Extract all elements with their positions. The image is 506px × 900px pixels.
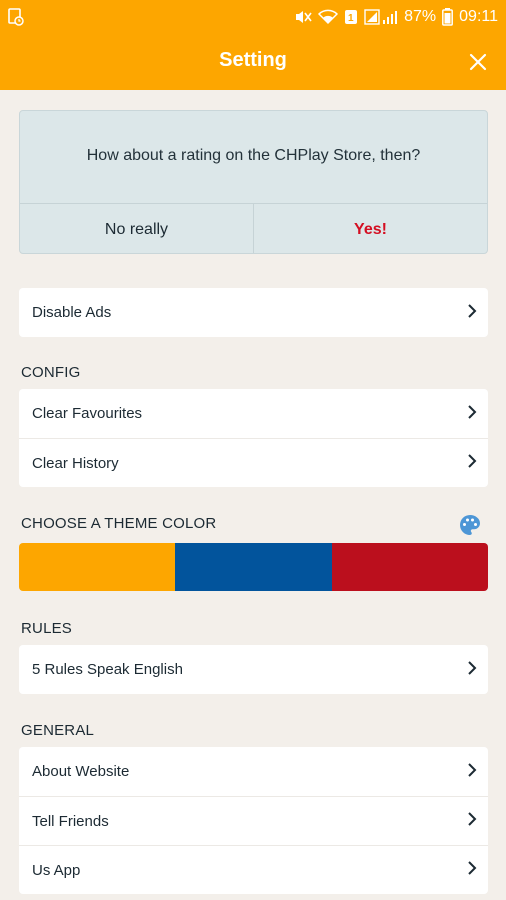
rules-heading: RULES — [21, 620, 73, 637]
palette-icon[interactable] — [458, 513, 482, 537]
mute-icon — [294, 9, 312, 25]
general-card: About Website Tell Friends Us App — [19, 747, 488, 894]
us-app-label: Us App — [32, 861, 81, 879]
page-title: Setting — [219, 49, 287, 71]
tell-friends-item[interactable]: Tell Friends — [19, 796, 488, 845]
yes-button[interactable]: Yes! — [254, 204, 487, 253]
status-bar: 1 87% 09:11 — [0, 0, 506, 34]
config-card: Clear Favourites Clear History — [19, 389, 488, 487]
theme-swatch-red[interactable] — [331, 543, 488, 591]
general-heading: GENERAL — [21, 722, 95, 739]
us-app-item[interactable]: Us App — [19, 845, 488, 894]
disable-ads-card: Disable Ads — [19, 288, 488, 337]
wifi-icon — [318, 9, 339, 25]
clear-history-item[interactable]: Clear History — [19, 438, 488, 487]
close-icon[interactable] — [466, 50, 490, 74]
about-website-label: About Website — [32, 763, 130, 780]
battery-icon — [442, 8, 454, 26]
disable-ads-item[interactable]: Disable Ads — [19, 288, 488, 337]
theme-heading: CHOOSE A THEME COLOR — [21, 515, 217, 532]
theme-swatch-orange[interactable] — [19, 543, 176, 591]
clear-history-label: Clear History — [32, 454, 119, 472]
clock-text: 09:11 — [459, 8, 498, 25]
config-heading: CONFIG — [21, 364, 81, 381]
clear-favourites-label: Clear Favourites — [32, 405, 143, 422]
rating-prompt-card: How about a rating on the CHPlay Store, … — [19, 110, 488, 254]
theme-swatch-blue[interactable] — [175, 543, 332, 591]
battery-text: 87% — [404, 8, 437, 25]
sim-icon: 1 — [344, 9, 358, 25]
about-website-item[interactable]: About Website — [19, 747, 488, 796]
disable-ads-label: Disable Ads — [32, 304, 112, 321]
tell-friends-label: Tell Friends — [32, 812, 109, 830]
rules-card: 5 Rules Speak English — [19, 645, 488, 694]
theme-color-picker — [19, 543, 488, 591]
gallery-sync-icon — [8, 8, 24, 26]
chevron-right-icon — [466, 453, 478, 473]
chevron-right-icon — [466, 404, 478, 424]
signal-icon — [364, 9, 398, 25]
no-really-button[interactable]: No really — [20, 204, 254, 253]
chevron-right-icon — [466, 811, 478, 831]
chevron-right-icon — [466, 303, 478, 323]
chevron-right-icon — [466, 860, 478, 880]
rating-question: How about a rating on the CHPlay Store, … — [86, 147, 421, 164]
rules-item[interactable]: 5 Rules Speak English — [19, 645, 488, 694]
rating-button-row: No really Yes! — [20, 203, 487, 253]
app-bar: Setting — [0, 34, 506, 90]
chevron-right-icon — [466, 660, 478, 680]
chevron-right-icon — [466, 762, 478, 782]
clear-favourites-item[interactable]: Clear Favourites — [19, 389, 488, 438]
svg-text:1: 1 — [348, 13, 354, 24]
rules-label: 5 Rules Speak English — [32, 661, 183, 678]
